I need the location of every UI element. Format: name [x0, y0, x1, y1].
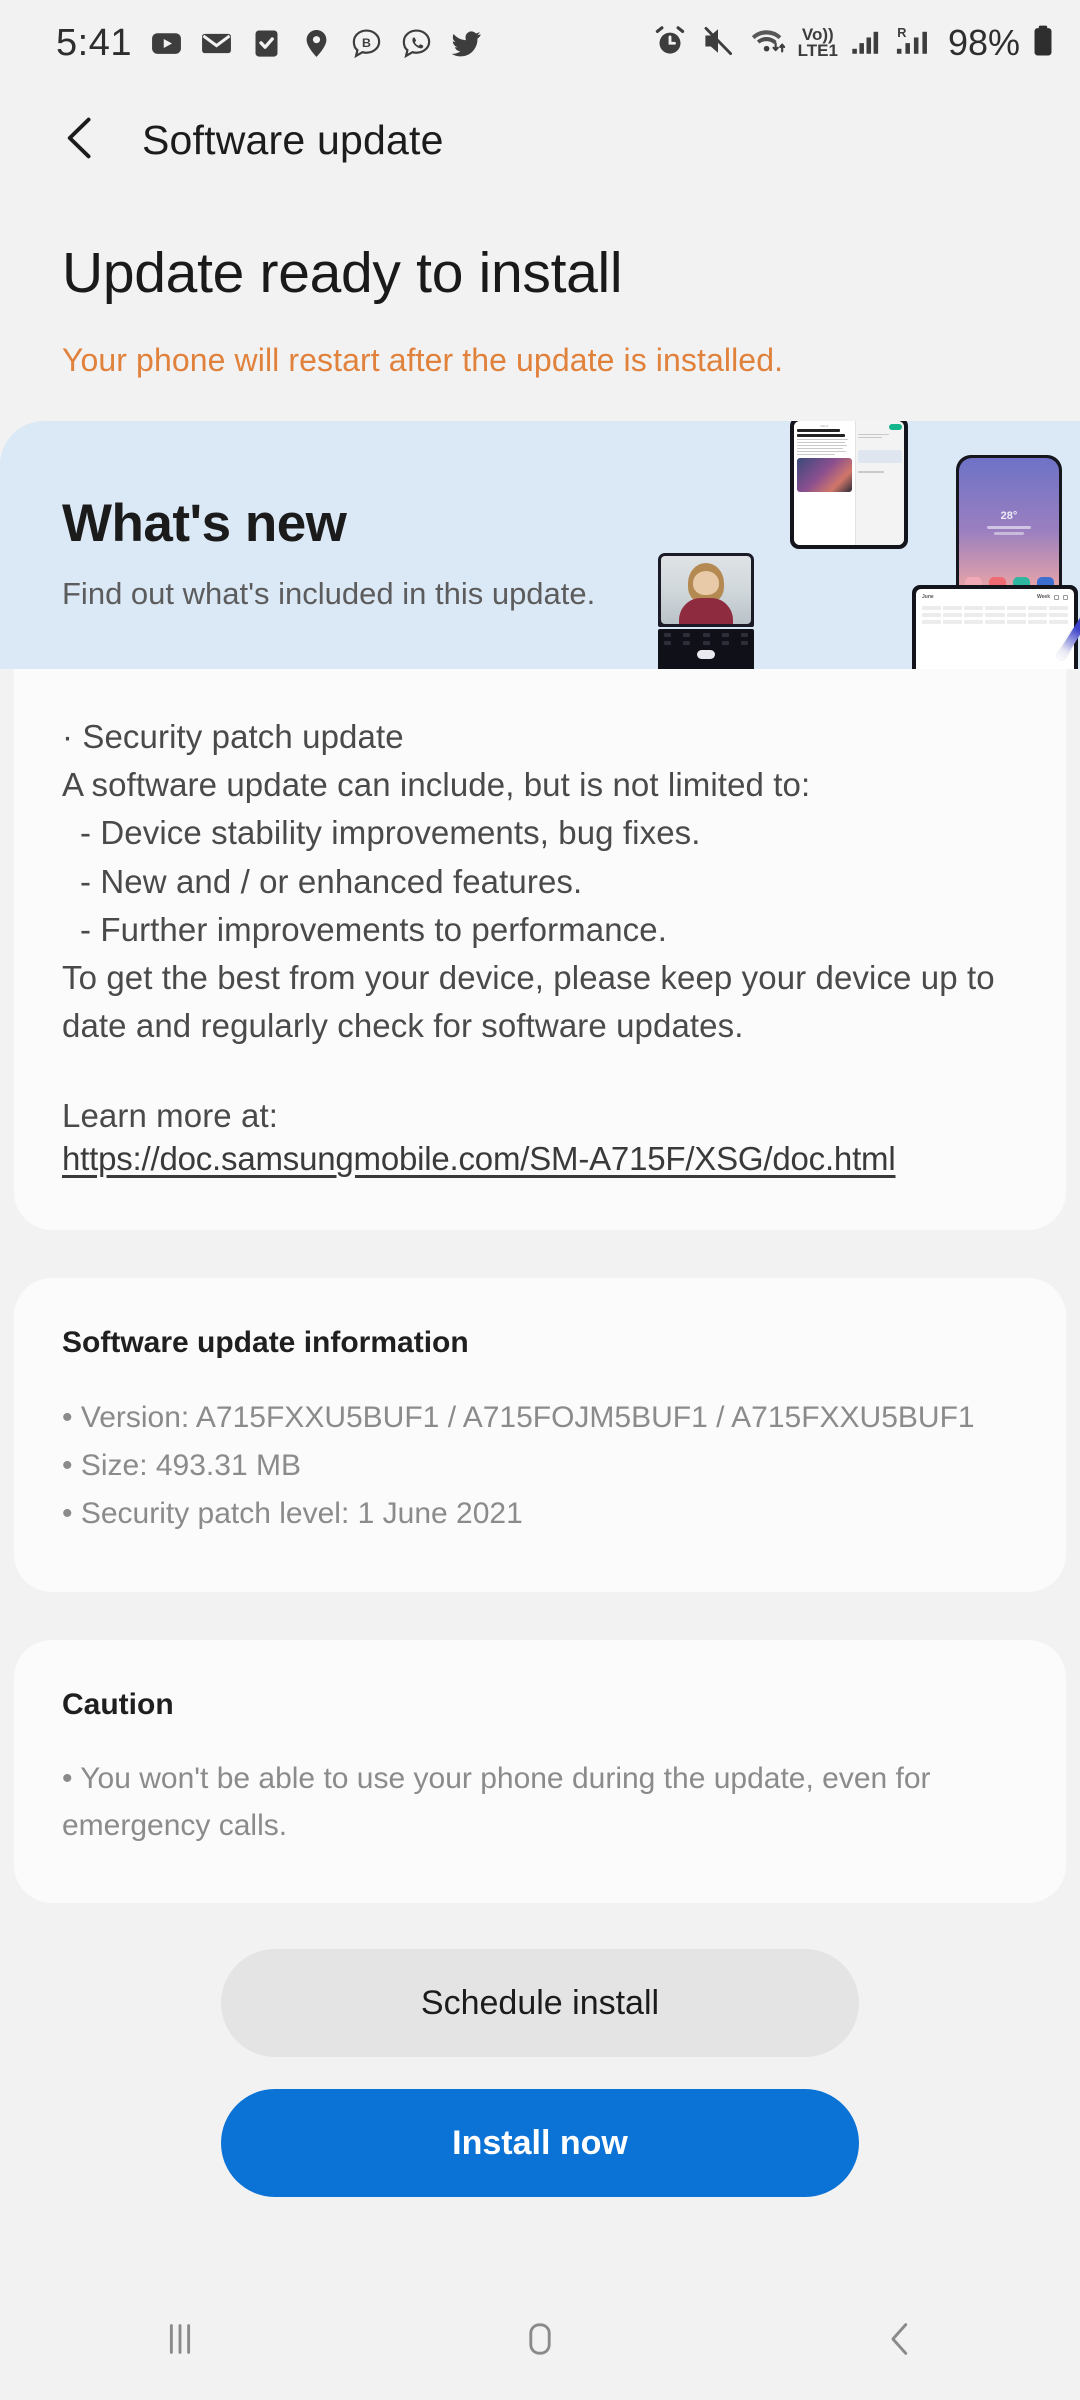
recents-button[interactable]: [110, 2282, 250, 2400]
flip-phone-device-image: [658, 553, 754, 669]
caution-heading: Caution: [62, 1688, 174, 1722]
status-bar-clock: 5:41: [56, 21, 132, 64]
svg-text:R: R: [897, 24, 906, 39]
changelog-bullet: - Further improvements to performance.: [80, 910, 668, 948]
gmail-icon: [200, 27, 233, 60]
learn-more-link[interactable]: https://doc.samsungmobile.com/SM-A715F/X…: [62, 1140, 1018, 1178]
svg-text:B: B: [362, 36, 371, 50]
twitter-icon: [450, 27, 483, 60]
restart-warning-text: Your phone will restart after the update…: [62, 342, 784, 378]
devices-collage-image: One UI 28° June Week: [640, 421, 1080, 669]
tasks-icon: [250, 27, 283, 60]
battery-icon: [1032, 22, 1054, 65]
status-indicators: Vo)) LTE1 R 98%: [652, 22, 1054, 65]
youtube-icon: [150, 27, 183, 60]
changelog-closing-text: To get the best from your device, please…: [62, 958, 995, 1045]
notification-icons: B: [150, 27, 483, 60]
alarm-icon: [652, 23, 688, 64]
maps-pin-icon: [300, 27, 333, 60]
app-bar-title: Software update: [142, 116, 444, 163]
status-bar: 5:41 B Vo)) LTE1 R 98%: [0, 0, 1080, 86]
changelog-line: A software update can include, but is no…: [62, 766, 811, 804]
home-icon: [517, 2316, 563, 2367]
volte-bottom-label: LTE1: [797, 41, 838, 60]
update-info-patch-level: • Security patch level: 1 June 2021: [62, 1497, 523, 1531]
changelog-bullet: - Device stability improvements, bug fix…: [80, 814, 701, 852]
chevron-left-icon: [55, 112, 107, 169]
system-navigation-bar: [0, 2282, 1080, 2400]
caution-list: • You won't be able to use your phone du…: [62, 1756, 1018, 1849]
mute-icon: [700, 23, 736, 64]
update-info-list: • Version: A715FXXU5BUF1 / A715FOJM5BUF1…: [62, 1394, 1018, 1538]
recents-icon: [157, 2316, 203, 2367]
wifi-icon: [748, 24, 788, 63]
learn-more-label: Learn more at:: [62, 1097, 279, 1135]
roaming-signal-icon: R: [895, 24, 930, 63]
changelog-line: · Security patch update: [62, 718, 404, 755]
home-button[interactable]: [470, 2282, 610, 2400]
whats-new-title: What's new: [62, 494, 347, 553]
software-update-information-card: Software update information • Version: A…: [14, 1278, 1066, 1593]
caution-card: Caution • You won't be able to use your …: [14, 1640, 1066, 1904]
changelog-bullet: - New and / or enhanced features.: [80, 862, 583, 900]
tablet-device-image: One UI: [790, 421, 908, 549]
caution-item: • You won't be able to use your phone du…: [62, 1762, 931, 1842]
update-info-size: • Size: 493.31 MB: [62, 1449, 301, 1483]
battery-percent-label: 98%: [947, 22, 1020, 63]
page-title: Update ready to install: [62, 241, 623, 305]
nav-back-icon: [877, 2316, 923, 2367]
changelog-spacer: [62, 1050, 1018, 1092]
device-brand-label: One UI: [820, 425, 829, 428]
signal-bars-icon: [850, 24, 883, 63]
app-bar: Software update: [0, 86, 1080, 194]
action-buttons: Schedule install Install now: [0, 1903, 1080, 2198]
tablet-spen-device-image: June Week: [912, 556, 1080, 669]
phone-screen: 5:41 B Vo)) LTE1 R 98% Software update U…: [0, 0, 1080, 2400]
update-info-heading: Software update information: [62, 1326, 469, 1360]
update-info-version: • Version: A715FXXU5BUF1 / A715FOJM5BUF1…: [62, 1401, 975, 1435]
whats-new-banner[interactable]: What's new Find out what's included in t…: [0, 421, 1080, 669]
whatsapp-icon: [400, 27, 433, 60]
whats-new-text-block: What's new Find out what's included in t…: [62, 493, 595, 612]
back-button[interactable]: [52, 111, 110, 169]
volte-indicator: Vo)) LTE1: [797, 26, 838, 60]
changelog-card: · Security patch update A software updat…: [14, 669, 1066, 1231]
bkash-icon: B: [350, 27, 383, 60]
install-now-button[interactable]: Install now: [221, 2089, 859, 2198]
whats-new-subtitle: Find out what's included in this update.: [62, 576, 596, 611]
schedule-install-button[interactable]: Schedule install: [221, 1949, 859, 2058]
nav-back-button[interactable]: [830, 2282, 970, 2400]
